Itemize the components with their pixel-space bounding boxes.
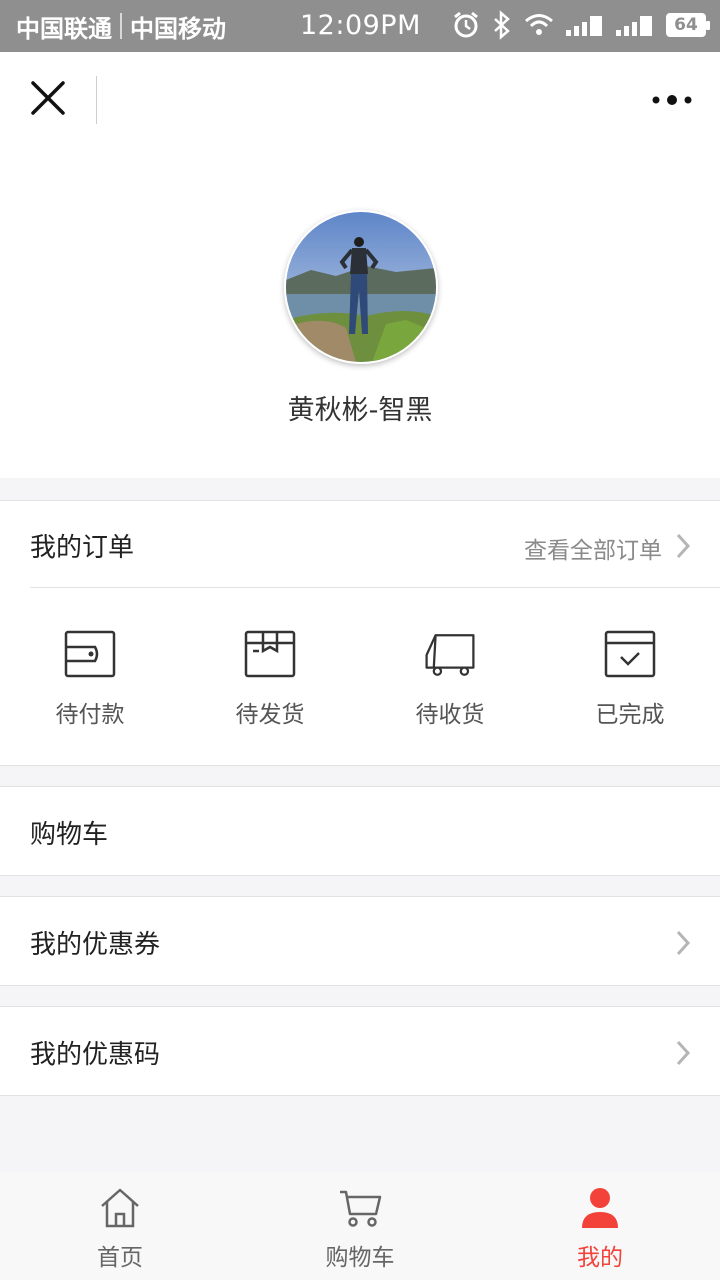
bottom-tab-bar: 首页 购物车 我的	[0, 1172, 720, 1280]
username: 黄秋彬-智黑	[287, 395, 433, 426]
orders-divider	[30, 587, 720, 588]
header-divider	[96, 76, 97, 124]
tab-label: 购物车	[325, 1245, 395, 1271]
wifi-icon	[525, 14, 553, 35]
close-icon[interactable]	[28, 78, 68, 118]
order-label: 待收货	[415, 702, 485, 728]
cart-row[interactable]: 购物车	[0, 786, 720, 876]
order-label: 待发货	[235, 702, 305, 728]
order-pending-payment[interactable]: 待付款	[0, 621, 180, 741]
signal-icon	[616, 16, 652, 36]
truck-icon	[425, 634, 475, 676]
coupons-row[interactable]: 我的优惠券	[0, 896, 720, 986]
order-label: 待付款	[55, 702, 125, 728]
chevron-right-icon	[676, 1040, 691, 1066]
top-bar	[0, 52, 720, 148]
order-pending-shipment[interactable]: 待发货	[180, 621, 360, 741]
order-completed[interactable]: 已完成	[540, 621, 720, 741]
order-pending-receipt[interactable]: 待收货	[360, 621, 540, 741]
tab-me[interactable]: 我的	[480, 1172, 720, 1280]
coupons-label: 我的优惠券	[30, 930, 161, 960]
orders-title: 我的订单	[30, 533, 135, 563]
chevron-right-icon	[676, 533, 691, 559]
orders-header[interactable]: 我的订单 查看全部订单	[0, 501, 720, 587]
promo-codes-row[interactable]: 我的优惠码	[0, 1006, 720, 1096]
signal-icon	[566, 16, 602, 36]
promo-codes-label: 我的优惠码	[30, 1040, 161, 1070]
carrier-1: 中国联通	[16, 14, 112, 43]
battery-icon: 64	[666, 13, 710, 37]
cart-label: 购物车	[30, 820, 109, 850]
more-dots-icon[interactable]	[650, 88, 694, 112]
tab-label: 我的	[577, 1245, 623, 1271]
orders-section: 我的订单 查看全部订单 待付款 待发货 待收货 已完成	[0, 500, 720, 766]
check-box-icon	[604, 630, 656, 678]
bluetooth-icon	[494, 10, 510, 40]
user-icon	[582, 1188, 618, 1228]
profile-section: 黄秋彬-智黑	[0, 148, 720, 478]
package-icon	[244, 630, 296, 678]
wallet-icon	[64, 630, 116, 678]
tab-label: 首页	[97, 1245, 143, 1271]
tab-cart[interactable]: 购物车	[240, 1172, 480, 1280]
carrier-separator	[120, 13, 122, 39]
status-bar: 中国联通 中国移动 12:09PM 64	[0, 0, 720, 52]
view-all-orders-link[interactable]: 查看全部订单	[524, 531, 662, 565]
avatar[interactable]	[284, 210, 438, 364]
battery-level: 64	[674, 15, 698, 35]
tab-home[interactable]: 首页	[0, 1172, 240, 1280]
alarm-icon	[454, 11, 478, 38]
cart-icon	[340, 1190, 382, 1227]
carrier-2: 中国移动	[130, 14, 226, 43]
home-icon	[101, 1188, 139, 1228]
order-label: 已完成	[595, 702, 665, 728]
status-time: 12:09PM	[300, 10, 421, 41]
avatar-photo	[286, 212, 436, 362]
chevron-right-icon	[676, 930, 691, 956]
